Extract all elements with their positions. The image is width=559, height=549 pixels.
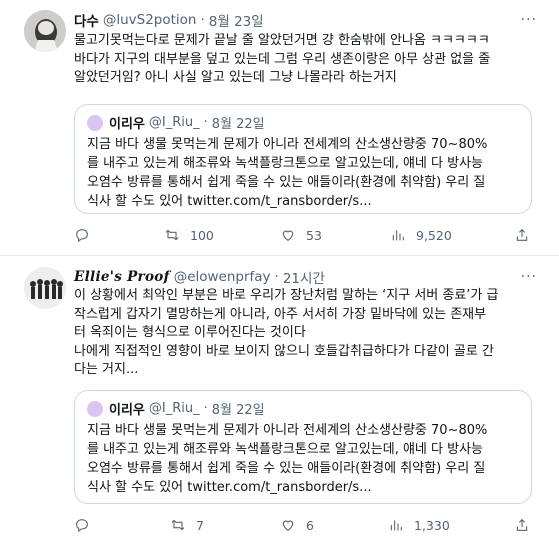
quoted-text-line: 식사 할 수도 있어 twitter.com/t_ransborder/s... [87, 480, 372, 495]
quoted-tweet-header: 이리우 @I_Riu_ · 8월 22일 [87, 113, 265, 132]
share-button[interactable] [514, 517, 540, 533]
retweet-count: 7 [196, 517, 204, 533]
quoted-avatar [87, 400, 103, 417]
tweet[interactable]: Ellie's Proof @elowenprfay · 21시간 ··· 이 … [0, 257, 559, 549]
retweet-count: 100 [190, 227, 214, 243]
views-icon [392, 230, 404, 241]
tweet-text-line: 작스럽게 갑자기 멸망하는게 아니라, 아주 서서히 가장 밑바닥에 있는 존재… [74, 306, 487, 322]
tweet-text-line: 나에게 직접적인 영향이 바로 보이지 않으니 호들갑취급하다가 다같이 골로 … [74, 343, 494, 359]
tweet-header: 다수 @luvS2potion · 8월 23일 [74, 10, 264, 30]
user-handle[interactable]: @luvS2potion [103, 12, 197, 28]
tweet-text-line: 다는 거지... [74, 362, 139, 377]
quoted-tweet[interactable]: 이리우 @I_Riu_ · 8월 22일 지금 바다 생물 못먹는게 문제가 아… [74, 390, 532, 504]
avatar-image [24, 267, 66, 309]
views-button[interactable]: 1,330 [388, 517, 450, 533]
separator-dot: · [203, 401, 208, 416]
quoted-avatar [87, 114, 103, 131]
separator-dot: · [274, 269, 279, 285]
quoted-text-line: 지금 바다 생물 못먹는게 문제가 아니라 전세계의 산소생산량중 70~80% [87, 137, 488, 152]
action-bar: 7 6 1,330 [74, 517, 534, 537]
avatar[interactable] [24, 10, 66, 52]
tweet-text: 이 상황에서 최악인 부분은 바로 우리가 장난처럼 말하는 ‘지구 서버 종료… [74, 287, 544, 380]
tweet-text-line: 물고기못먹는다로 문제가 끝날 줄 알았던거면 걍 한숨밖에 안나옴 ㅋㅋㅋㅋㅋ [74, 33, 490, 48]
more-options-icon[interactable]: ··· [521, 269, 537, 285]
avatar[interactable] [24, 267, 66, 309]
quoted-timestamp: 8월 22일 [211, 117, 265, 132]
action-bar: 100 53 9,520 [74, 227, 534, 247]
like-button[interactable]: 53 [280, 227, 322, 243]
quoted-tweet-text: 지금 바다 생물 못먹는게 문제가 아니라 전세계의 산소생산량중 70~80%… [87, 135, 527, 211]
display-name[interactable]: Ellie's Proof [74, 269, 170, 285]
reply-icon [76, 229, 88, 243]
tweet-text-line: 알았던거임? 아니 사실 알고 있는데 그냥 나몰라라 하는거지 [74, 70, 397, 85]
reply-button[interactable] [74, 227, 100, 243]
quoted-tweet-text: 지금 바다 생물 못먹는게 문제가 아니라 전세계의 산소생산량중 70~80%… [87, 421, 527, 497]
share-icon [516, 518, 528, 531]
tweet-text-line: 이 상황에서 최악인 부분은 바로 우리가 장난처럼 말하는 ‘지구 서버 종료… [74, 288, 499, 303]
quoted-user-handle: @I_Riu_ [148, 401, 200, 416]
separator-dot: · [203, 115, 208, 130]
timestamp[interactable]: 21시간 [283, 267, 325, 287]
quoted-text-line: 오염수 방류를 통해서 쉽게 죽을 수 있는 애들이라(환경에 취약함) 우리 … [87, 175, 486, 190]
tweet-text-line: 터 옥죄이는 형식으로 이루어진다는 것이다 [74, 325, 306, 340]
timestamp[interactable]: 8월 23일 [209, 10, 264, 30]
like-count: 6 [306, 517, 314, 533]
quoted-display-name: 이리우 [109, 117, 145, 132]
quoted-text-line: 오염수 방류를 통해서 쉽게 죽을 수 있는 애들이라(환경에 취약함) 우리 … [87, 461, 486, 476]
quoted-text-line: 지금 바다 생물 못먹는게 문제가 아니라 전세계의 산소생산량중 70~80% [87, 423, 488, 438]
like-count: 53 [306, 227, 322, 243]
quoted-tweet-header: 이리우 @I_Riu_ · 8월 22일 [87, 399, 265, 418]
retweet-icon [171, 519, 185, 531]
quoted-text-line: 를 내주고 있는게 해조류와 녹색플랑크톤으로 알고있는데, 얘네 다 방사능 [87, 442, 483, 457]
retweet-button[interactable]: 100 [164, 227, 214, 243]
reply-icon [76, 519, 88, 533]
quoted-text-line: 를 내주고 있는게 해조류와 녹색플랑크톤으로 알고있는데, 얘네 다 방사능 [87, 156, 483, 171]
views-count: 1,330 [414, 517, 450, 533]
share-icon [516, 228, 528, 241]
like-button[interactable]: 6 [280, 517, 314, 533]
display-name[interactable]: 다수 [74, 10, 99, 30]
quoted-timestamp: 8월 22일 [211, 403, 265, 418]
user-handle[interactable]: @elowenprfay [174, 269, 271, 285]
retweet-button[interactable]: 7 [170, 517, 204, 533]
heart-icon [282, 230, 294, 241]
views-button[interactable]: 9,520 [390, 227, 452, 243]
avatar-image [24, 10, 66, 52]
separator-dot: · [200, 12, 205, 28]
share-button[interactable] [514, 227, 540, 243]
tweet-header: Ellie's Proof @elowenprfay · 21시간 [74, 267, 325, 287]
quoted-user-handle: @I_Riu_ [148, 115, 200, 130]
quoted-text-line: 식사 할 수도 있어 twitter.com/t_ransborder/s... [87, 194, 372, 209]
tweet[interactable]: 다수 @luvS2potion · 8월 23일 ··· 물고기못먹는다로 문제… [0, 0, 559, 256]
reply-button[interactable] [74, 517, 100, 533]
tweet-text: 물고기못먹는다로 문제가 끝날 줄 알았던거면 걍 한숨밖에 안나옴 ㅋㅋㅋㅋㅋ… [74, 32, 544, 88]
retweet-icon [165, 229, 179, 241]
heart-icon [282, 520, 294, 531]
views-count: 9,520 [416, 227, 452, 243]
quoted-display-name: 이리우 [109, 403, 145, 418]
tweet-text-line: 바다가 지구의 대부분을 덮고 있는데 그럼 우리 생존이랑은 아무 상관 없을… [74, 51, 491, 67]
more-options-icon[interactable]: ··· [521, 12, 537, 28]
views-icon [390, 520, 402, 531]
quoted-tweet[interactable]: 이리우 @I_Riu_ · 8월 22일 지금 바다 생물 못먹는게 문제가 아… [74, 104, 532, 214]
